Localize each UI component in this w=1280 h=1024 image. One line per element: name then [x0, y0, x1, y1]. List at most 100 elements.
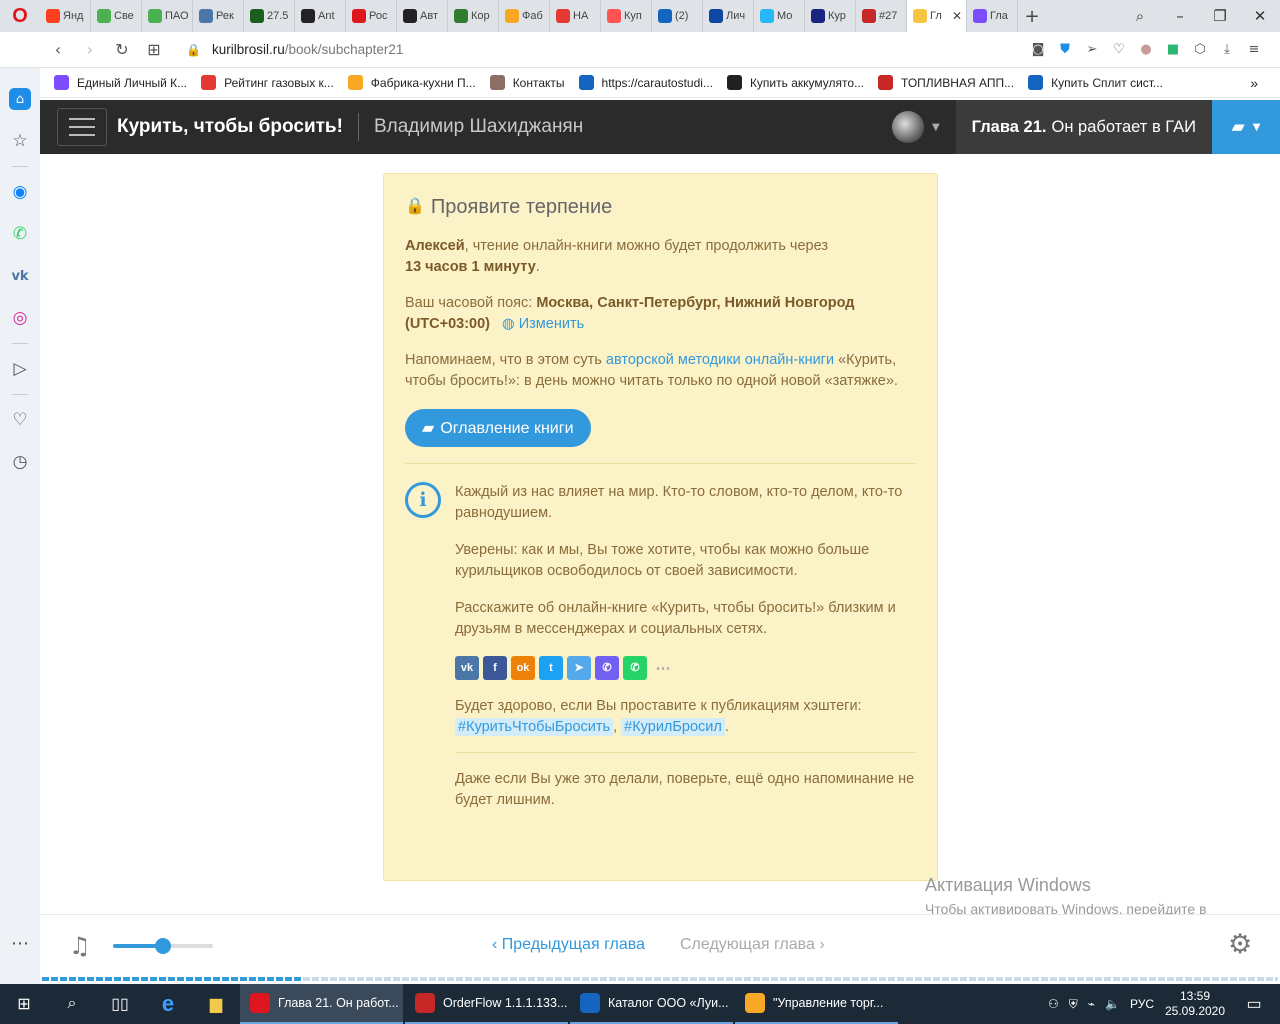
opera-menu-icon[interactable]: O	[0, 0, 40, 32]
speed-dial-icon[interactable]: ⌂	[0, 78, 40, 120]
browser-tab[interactable]: Фаб	[499, 0, 550, 32]
facebook-share-icon[interactable]: f	[483, 656, 507, 680]
bookmark-item[interactable]: Купить аккумулято...	[726, 75, 864, 90]
hashtag-2[interactable]: #КурилБросил	[621, 718, 725, 736]
whatsapp-icon[interactable]: ✆	[0, 213, 40, 255]
browser-tab[interactable]: Куп	[601, 0, 652, 32]
messenger-icon[interactable]: ◉	[0, 171, 40, 213]
tabs-grid-icon[interactable]: ⊞	[138, 40, 170, 59]
browser-tab[interactable]: #27	[856, 0, 907, 32]
browser-tab[interactable]: Лич	[703, 0, 754, 32]
bookmark-item[interactable]: Фабрика-кухни П...	[347, 75, 476, 90]
book-title[interactable]: Курить, чтобы бросить!	[117, 116, 343, 138]
current-chapter[interactable]: Глава 21. Он работает в ГАИ	[955, 100, 1212, 154]
network-icon[interactable]: ⌁	[1088, 997, 1095, 1011]
url-field[interactable]: kurilbrosil.ru/book/subchapter21	[212, 42, 403, 57]
book-contents-button[interactable]: ▰ ▼	[1212, 100, 1280, 154]
chevron-down-icon[interactable]: ▼	[932, 122, 940, 133]
bookmark-item[interactable]: https://carautostudi...	[578, 75, 713, 90]
more-share-icon[interactable]: ⋯	[651, 656, 675, 680]
bookmark-item[interactable]: ТОПЛИВНАЯ АПП...	[878, 75, 1014, 90]
volume-knob[interactable]	[155, 938, 171, 954]
bookmark-item[interactable]: Контакты	[489, 75, 565, 90]
download-icon[interactable]: ⤓	[1219, 42, 1235, 57]
browser-tab[interactable]: (2)	[652, 0, 703, 32]
taskbar-app[interactable]: "Управление торг...	[735, 984, 898, 1024]
shield-icon[interactable]: ⛊	[1057, 42, 1073, 57]
heart-icon[interactable]: ♡	[1111, 42, 1127, 57]
back-button[interactable]: ‹	[42, 40, 74, 59]
change-timezone-link[interactable]: ◍ Изменить	[502, 316, 584, 332]
browser-tab[interactable]: Мо	[754, 0, 805, 32]
method-link[interactable]: авторской методики онлайн-книги	[606, 352, 834, 368]
browser-tab[interactable]: ПАО	[142, 0, 193, 32]
taskbar-app[interactable]: OrderFlow 1.1.1.133...	[405, 984, 568, 1024]
author-name[interactable]: Владимир Шахиджанян	[374, 116, 583, 138]
browser-tab[interactable]: Гл ✕	[907, 0, 967, 32]
browser-tab[interactable]: Све	[91, 0, 142, 32]
taskbar-app[interactable]: Каталог ООО «Луи...	[570, 984, 733, 1024]
taskbar-app[interactable]: Глава 21. Он работ...	[240, 984, 403, 1024]
notifications-icon[interactable]: ▭	[1236, 994, 1272, 1014]
defender-icon[interactable]: ⛨	[1069, 997, 1078, 1012]
personal-news-heart-icon[interactable]: ♡	[0, 399, 40, 441]
reload-button[interactable]: ↻	[106, 40, 138, 59]
cube-icon[interactable]: ⬡	[1192, 42, 1208, 57]
forward-button[interactable]: ›	[74, 40, 106, 59]
send-icon[interactable]: ➢	[1084, 42, 1100, 57]
send-flow-icon[interactable]: ▷	[0, 348, 40, 390]
file-explorer-icon[interactable]: ▆	[192, 984, 240, 1024]
browser-tab[interactable]: Рос	[346, 0, 397, 32]
browser-tab[interactable]: Авт	[397, 0, 448, 32]
volume-icon[interactable]: 🔈	[1105, 997, 1120, 1011]
vk-icon[interactable]: vk	[0, 255, 40, 297]
browser-tab[interactable]: Кор	[448, 0, 499, 32]
close-window-button[interactable]: ✕	[1240, 7, 1280, 25]
music-note-icon[interactable]: ♫	[69, 932, 91, 960]
user-avatar[interactable]	[891, 111, 924, 143]
secure-lock-icon[interactable]: 🔒	[186, 43, 201, 57]
telegram-share-icon[interactable]: ➤	[567, 656, 591, 680]
odnoklassniki-share-icon[interactable]: ok	[511, 656, 535, 680]
bookmark-item[interactable]: Купить Сплит сист...	[1028, 75, 1163, 90]
table-of-contents-button[interactable]: ▰ Оглавление книги	[405, 409, 591, 447]
task-view-icon[interactable]: ▯▯	[96, 984, 144, 1024]
twitter-share-icon[interactable]: t	[539, 656, 563, 680]
edge-icon[interactable]: e	[144, 984, 192, 1024]
browser-tab[interactable]: Рек	[193, 0, 244, 32]
search-tabs-icon[interactable]: ⌕	[1120, 7, 1160, 25]
browser-tab[interactable]: НА	[550, 0, 601, 32]
bookmarks-star-icon[interactable]: ☆	[0, 120, 40, 162]
volume-slider[interactable]	[113, 938, 213, 954]
windows-start-icon[interactable]: ⊞	[0, 984, 48, 1024]
close-tab-icon[interactable]: ✕	[952, 9, 962, 23]
sidebar-more-icon[interactable]: ⋯	[11, 933, 29, 954]
camera-icon[interactable]: ◙	[1030, 42, 1046, 57]
viber-share-icon[interactable]: ✆	[595, 656, 619, 680]
people-icon[interactable]: ⚇	[1048, 997, 1059, 1011]
hamburger-menu-button[interactable]	[57, 108, 107, 146]
browser-tab[interactable]: Ant	[295, 0, 346, 32]
bookmark-item[interactable]: Единый Личный К...	[54, 75, 187, 90]
menu-lines-icon[interactable]: ≡	[1246, 42, 1262, 57]
gear-icon[interactable]: ⚙	[1228, 929, 1252, 960]
extension-green-icon[interactable]: ■	[1165, 42, 1181, 57]
search-icon[interactable]: ⌕	[48, 984, 96, 1024]
language-indicator[interactable]: РУС	[1130, 997, 1154, 1011]
extension-avatar-icon[interactable]: ●	[1138, 42, 1154, 57]
clock[interactable]: 13:59 25.09.2020	[1164, 989, 1226, 1019]
previous-chapter-link[interactable]: ‹ Предыдущая глава	[492, 936, 645, 954]
bookmarks-more-icon[interactable]: »	[1250, 75, 1258, 91]
browser-tab[interactable]: Янд	[40, 0, 91, 32]
browser-tab[interactable]: Кур	[805, 0, 856, 32]
bookmark-item[interactable]: Рейтинг газовых к...	[201, 75, 334, 90]
minimize-button[interactable]: –	[1160, 7, 1200, 25]
hashtag-1[interactable]: #КуритьЧтобыБросить	[455, 718, 614, 736]
history-clock-icon[interactable]: ◷	[0, 441, 40, 483]
vk-share-icon[interactable]: vk	[455, 656, 479, 680]
browser-tab[interactable]: Гла	[967, 0, 1018, 32]
restore-button[interactable]: ❐	[1200, 7, 1240, 25]
whatsapp-share-icon[interactable]: ✆	[623, 656, 647, 680]
instagram-icon[interactable]: ◎	[0, 297, 40, 339]
browser-tab[interactable]: 27.5	[244, 0, 295, 32]
